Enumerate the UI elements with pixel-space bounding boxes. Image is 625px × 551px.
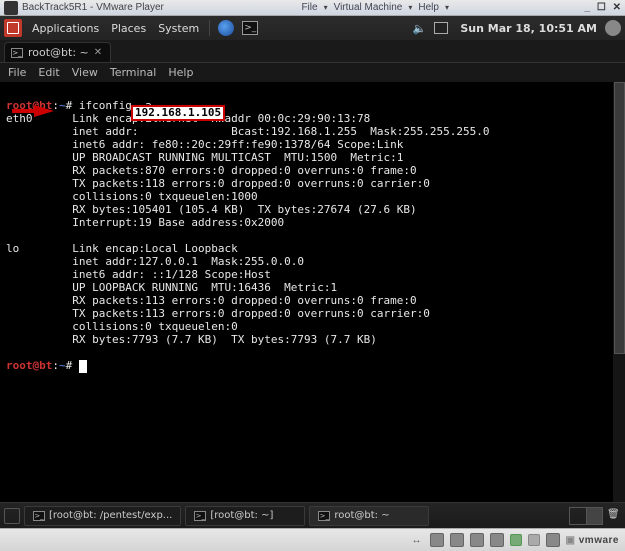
mail-icon[interactable] [434, 22, 448, 34]
chevron-down-icon: ▾ [445, 3, 449, 12]
taskbar-item-pentest[interactable]: >_ [root@bt: /pentest/exp... [24, 506, 181, 526]
lo-line-5: TX packets:113 errors:0 dropped:0 overru… [6, 307, 430, 320]
terminal-icon: >_ [33, 511, 45, 521]
prompt-path: ~ [59, 359, 66, 372]
prompt-userhost: root@bt [6, 359, 52, 372]
eth0-line-6: collisions:0 txqueuelen:1000 [6, 190, 258, 203]
annotation-arrow-head [34, 105, 54, 117]
device-usb-icon[interactable] [510, 534, 522, 546]
device-sound-icon[interactable] [528, 534, 540, 546]
sound-icon[interactable]: 🔈 [413, 22, 427, 35]
distro-icon[interactable] [4, 19, 22, 37]
taskbar-label: [root@bt: ~] [210, 510, 273, 521]
eth0-line-5: TX packets:118 errors:0 dropped:0 overru… [6, 177, 430, 190]
eth0-line-3: UP BROADCAST RUNNING MULTICAST MTU:1500 … [6, 151, 403, 164]
prompt-hash: # [66, 359, 73, 372]
taskbar-item-root1[interactable]: >_ [root@bt: ~] [185, 506, 305, 526]
device-net-icon[interactable] [490, 533, 504, 547]
user-icon[interactable] [605, 20, 621, 36]
device-floppy-icon[interactable] [470, 533, 484, 547]
scrollbar-thumb[interactable] [614, 82, 625, 354]
trash-icon[interactable]: 🗑 [607, 509, 621, 523]
prompt-path: ~ [59, 99, 66, 112]
vmware-menu-help[interactable]: Help [418, 2, 439, 13]
vmware-menu-vm[interactable]: Virtual Machine [334, 2, 403, 13]
tab-title: root@bt: ~ [28, 46, 89, 59]
vmware-menu-file[interactable]: File [301, 2, 317, 13]
eth0-line-1: inet addr: Bcast:192.168.1.255 Mask:255.… [6, 125, 489, 138]
maximize-button[interactable]: ☐ [597, 2, 606, 13]
terminal-icon: >_ [194, 511, 206, 521]
lo-line-6: collisions:0 txqueuelen:0 [6, 320, 238, 333]
vmware-titlebar: BackTrack5R1 - VMware Player File ▾ Virtu… [0, 0, 625, 16]
terminal-tab[interactable]: >_ root@bt: ~ ✕ [4, 42, 111, 62]
eth0-line-7: RX bytes:105401 (105.4 KB) TX bytes:2767… [6, 203, 417, 216]
taskbar-label: root@bt: ~ [334, 510, 389, 521]
menu-applications[interactable]: Applications [32, 22, 99, 35]
terminal-tab-bar: >_ root@bt: ~ ✕ [0, 40, 625, 62]
terminal-menubar: File Edit View Terminal Help [0, 62, 625, 82]
term-menu-view[interactable]: View [72, 66, 98, 79]
device-hdd-icon[interactable] [430, 533, 444, 547]
vmware-icon [4, 1, 18, 15]
cursor [79, 360, 87, 373]
term-menu-file[interactable]: File [8, 66, 26, 79]
terminal-launcher-icon[interactable]: >_ [242, 21, 258, 35]
terminal-output[interactable]: root@bt:~# ifconfig -a eth0 Link encap:E… [0, 82, 625, 502]
annotation-arrow [12, 109, 34, 113]
lo-line-7: RX bytes:7793 (7.7 KB) TX bytes:7793 (7.… [6, 333, 377, 346]
term-menu-help[interactable]: Help [168, 66, 193, 79]
term-menu-terminal[interactable]: Terminal [110, 66, 157, 79]
scrollbar-track[interactable] [613, 82, 625, 502]
menu-system[interactable]: System [158, 22, 199, 35]
lo-line-1: inet addr:127.0.0.1 Mask:255.0.0.0 [6, 255, 304, 268]
vmware-title-text: BackTrack5R1 - VMware Player [22, 2, 164, 13]
gnome-top-panel: Applications Places System >_ 🔈 Sun Mar … [0, 16, 625, 40]
lo-line-2: inet6 addr: ::1/128 Scope:Host [6, 268, 271, 281]
lo-line-4: RX packets:113 errors:0 dropped:0 overru… [6, 294, 417, 307]
device-printer-icon[interactable] [546, 533, 560, 547]
firefox-icon[interactable] [218, 20, 234, 36]
clock[interactable]: Sun Mar 18, 10:51 AM [460, 22, 597, 35]
show-desktop-icon[interactable] [4, 508, 20, 524]
terminal-icon: >_ [11, 48, 23, 58]
lo-line-0: lo Link encap:Local Loopback [6, 242, 238, 255]
vmware-statusbar: ↔ vmware [0, 528, 625, 551]
window-controls: _ ☐ ✕ [581, 2, 621, 13]
lo-line-3: UP LOOPBACK RUNNING MTU:16436 Metric:1 [6, 281, 337, 294]
device-cd-icon[interactable] [450, 533, 464, 547]
input-grab-icon[interactable]: ↔ [412, 535, 422, 546]
vmware-logo: vmware [566, 535, 619, 546]
menu-places[interactable]: Places [111, 22, 146, 35]
workspace-switcher[interactable] [569, 507, 603, 525]
close-button[interactable]: ✕ [613, 2, 621, 13]
eth0-line-4: RX packets:870 errors:0 dropped:0 overru… [6, 164, 417, 177]
eth0-line-2: inet6 addr: fe80::20c:29ff:fe90:1378/64 … [6, 138, 403, 151]
tab-close-icon[interactable]: ✕ [94, 47, 102, 58]
minimize-button[interactable]: _ [585, 2, 591, 13]
highlight-ip: 192.168.1.105 [131, 105, 225, 121]
taskbar-label: [root@bt: /pentest/exp... [49, 510, 172, 521]
eth0-line-8: Interrupt:19 Base address:0x2000 [6, 216, 284, 229]
taskbar-item-root2[interactable]: >_ root@bt: ~ [309, 506, 429, 526]
terminal-icon: >_ [318, 511, 330, 521]
chevron-down-icon: ▾ [324, 3, 328, 12]
gnome-bottom-panel: >_ [root@bt: /pentest/exp... >_ [root@bt… [0, 502, 625, 528]
separator [209, 20, 210, 36]
term-menu-edit[interactable]: Edit [38, 66, 59, 79]
chevron-down-icon: ▾ [408, 3, 412, 12]
prompt-hash: # [66, 99, 73, 112]
